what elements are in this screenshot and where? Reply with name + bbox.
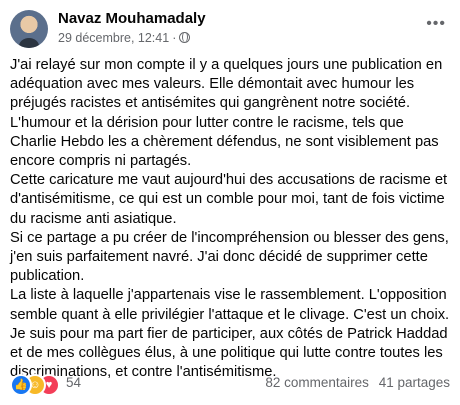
post-header: Navaz Mouhamadaly 29 décembre, 12:41 · ••… (10, 8, 450, 48)
avatar[interactable] (10, 10, 48, 48)
post-date[interactable]: 29 décembre, 12:41 (58, 31, 169, 45)
author-name[interactable]: Navaz Mouhamadaly (58, 10, 206, 27)
globe-icon (179, 32, 191, 43)
post-paragraph: Si ce partage a pu créer de l'incompréhe… (10, 229, 449, 285)
post-paragraph: La liste à laquelle j'appartenais vise l… (10, 287, 450, 323)
ellipsis-icon[interactable]: ••• (426, 16, 446, 32)
post-paragraph: Cette caricature me vaut aujourd'hui des… (10, 172, 448, 227)
reaction-count[interactable]: 54 (66, 375, 81, 390)
post-stats: 82 commentaires 41 partages (265, 375, 450, 390)
shares-count[interactable]: 41 partages (379, 375, 450, 390)
facebook-post: Navaz Mouhamadaly 29 décembre, 12:41 · ••… (0, 0, 460, 405)
post-footer: 👍 ☺ ♥ 54 82 commentaires 41 partages (10, 372, 450, 396)
like-icon: 👍 (10, 374, 32, 396)
post-text: J'ai relayé sur mon compte il y a quelqu… (10, 56, 450, 382)
post-paragraph: J'ai relayé sur mon compte il y a quelqu… (10, 57, 443, 170)
meta-separator: · (172, 31, 177, 45)
comments-count[interactable]: 82 commentaires (265, 375, 369, 390)
post-meta: 29 décembre, 12:41 · (58, 31, 191, 45)
